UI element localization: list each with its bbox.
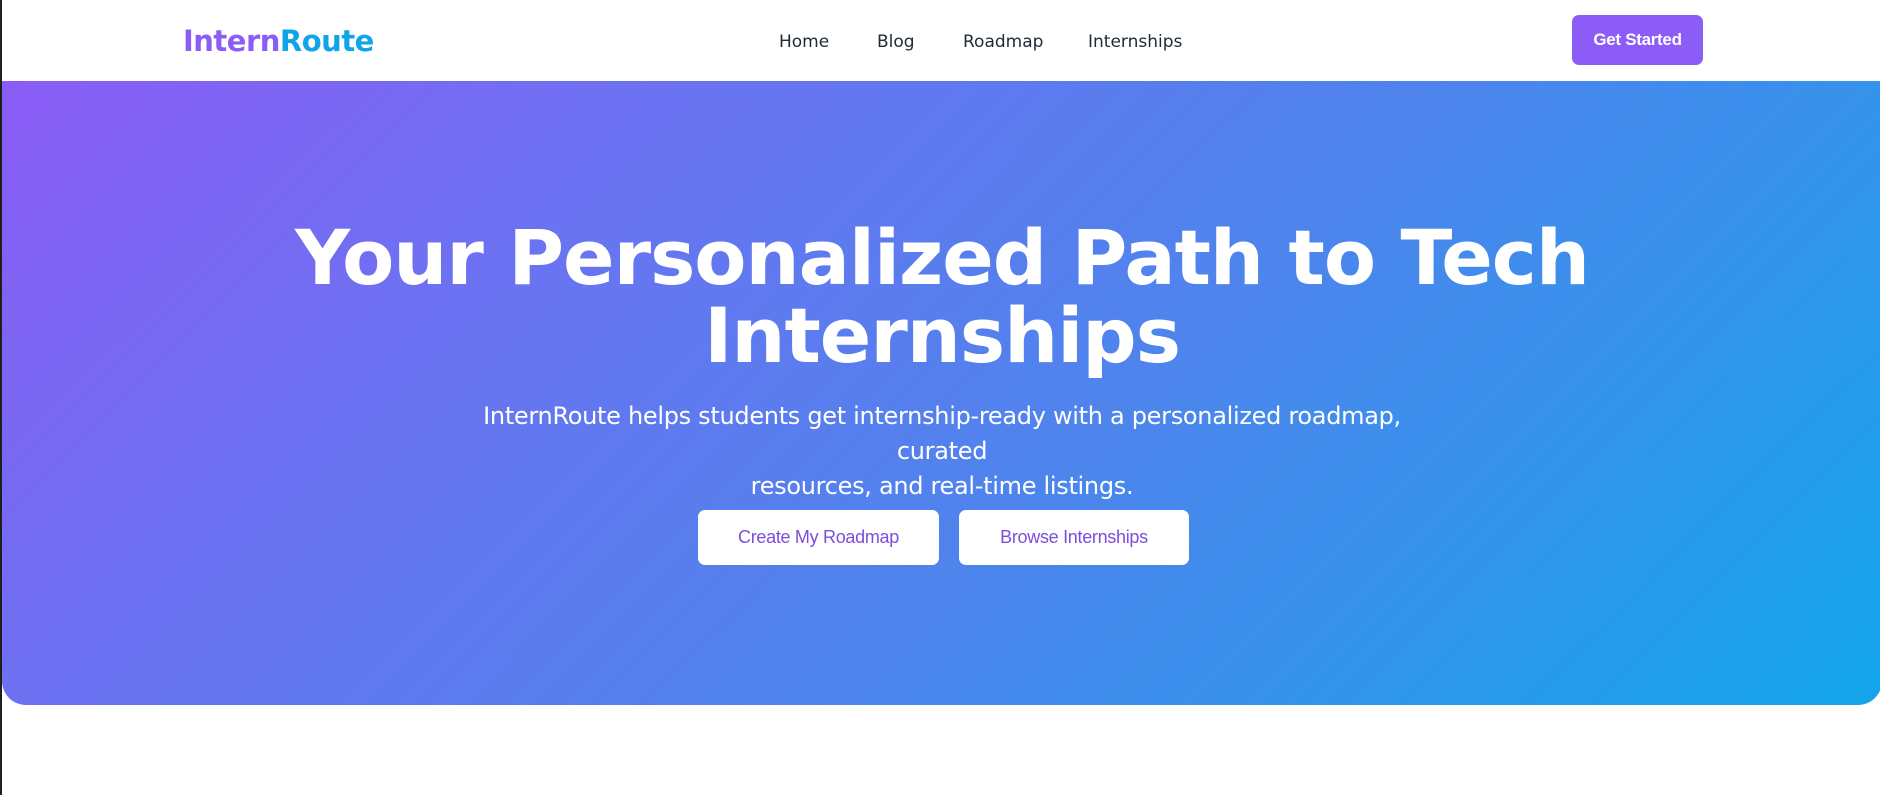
hero-title-line-2: Internships xyxy=(704,291,1181,380)
page: InternRoute Home Blog Roadmap Internship… xyxy=(0,0,1880,795)
nav-home[interactable]: Home xyxy=(779,28,829,56)
hero-title: Your Personalized Path to Tech Internshi… xyxy=(2,219,1880,375)
hero-section: Your Personalized Path to Tech Internshi… xyxy=(2,81,1880,705)
hero-subtitle: InternRoute helps students get internshi… xyxy=(442,399,1442,504)
nav-internships[interactable]: Internships xyxy=(1088,28,1182,56)
browse-internships-button[interactable]: Browse Internships xyxy=(959,510,1189,565)
hero-subtitle-line-1: InternRoute helps students get internshi… xyxy=(483,402,1401,465)
nav-blog[interactable]: Blog xyxy=(877,28,915,56)
site-header: InternRoute Home Blog Roadmap Internship… xyxy=(2,0,1880,81)
get-started-button[interactable]: Get Started xyxy=(1572,15,1703,65)
hero-subtitle-line-2: resources, and real-time listings. xyxy=(750,472,1134,500)
hero-title-line-1: Your Personalized Path to Tech xyxy=(295,213,1590,302)
nav-roadmap[interactable]: Roadmap xyxy=(963,28,1043,56)
create-roadmap-button[interactable]: Create My Roadmap xyxy=(698,510,939,565)
